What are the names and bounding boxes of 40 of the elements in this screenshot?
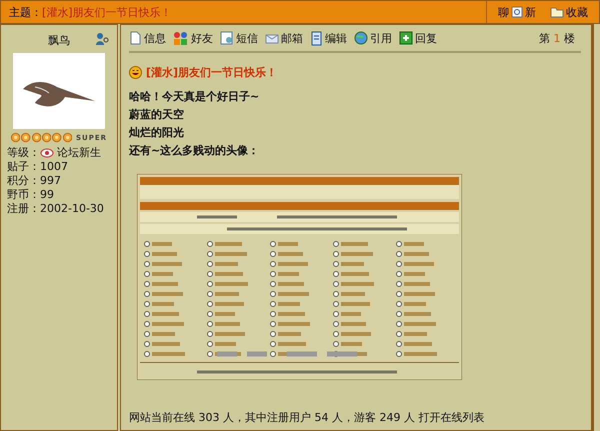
refresh-button[interactable]: 聊 新 [498,4,536,20]
document-icon [129,31,142,45]
post-text-line: 还有~这么多贱动的头像： [129,143,260,159]
friend-button[interactable]: 好友 [173,30,213,46]
stat-value: 2002-10-30 [40,202,104,216]
stat-value: 99 [40,188,54,202]
info-button[interactable]: 信息 [129,30,166,46]
stat-value: 1007 [40,160,68,174]
mail-button[interactable]: 邮箱 [265,30,303,46]
quote-button[interactable]: 引用 [354,30,392,46]
stat-label: 野币： [7,188,40,202]
note-icon [220,31,234,45]
globe-icon [354,31,368,45]
stat-label: 注册： [7,202,40,216]
reply-icon [399,31,413,45]
post-text-line: 哈哈！今天真是个好日子~ [129,89,260,105]
topic-label: 主题： [9,4,42,20]
online-status-text: 网站当前在线 303 人，其中注册用户 54 人，游客 249 人 打开在线列表 [129,410,486,425]
stat-value: 论坛新生 [57,146,101,160]
people-icon [173,31,189,45]
male-user-icon [95,32,109,46]
post-text-line: 蔚蓝的天空 [129,107,185,123]
eye-icon [40,148,54,158]
edit-button[interactable]: 编辑 [310,30,347,46]
post-title: [灌水]朋友们一节日快乐！ [146,65,278,80]
stat-label: 贴子： [7,160,40,174]
stat-label: 积分： [7,174,40,188]
smiley-icon [129,66,142,79]
refresh-icon [511,6,523,18]
floor-number: 第 1 楼 [539,30,575,46]
username: 飘鸟 [48,32,70,48]
stat-label: 等级： [7,146,40,160]
edit-icon [310,30,323,46]
reply-button[interactable]: 回复 [399,30,437,46]
folder-icon [550,6,564,18]
stat-value: 997 [40,174,61,188]
topic-title: [灌水]朋友们一节日快乐！ [42,4,172,20]
post-text-line: 灿烂的阳光 [129,125,185,141]
message-button[interactable]: 短信 [220,30,258,46]
favorite-button[interactable]: 收藏 [550,4,588,20]
